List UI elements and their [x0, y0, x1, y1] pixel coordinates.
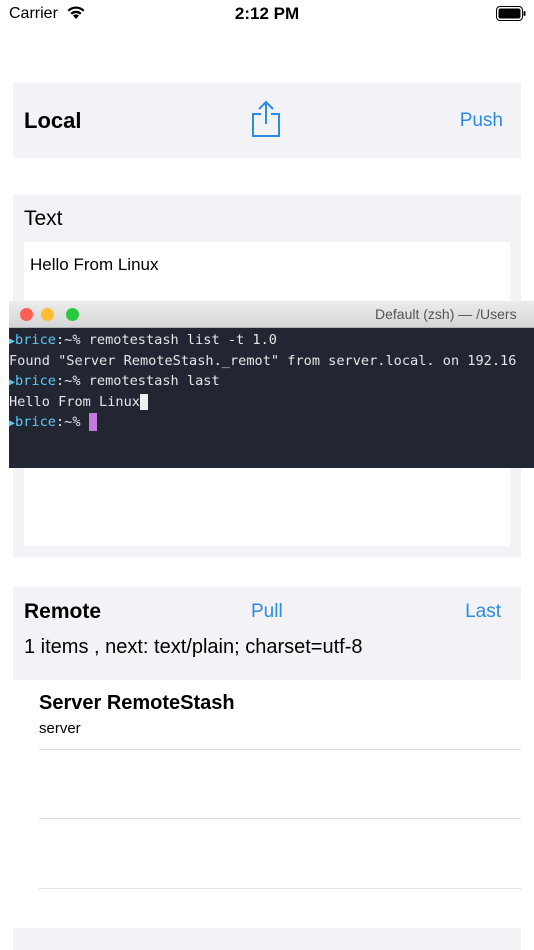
list-item[interactable] [39, 819, 521, 889]
terminal-body: ▶brice:~% remotestash list -t 1.0 Found … [9, 330, 534, 433]
terminal-line: ▶brice:~% remotestash last [9, 371, 534, 392]
text-value: Hello From Linux [30, 255, 159, 274]
local-title: Local [24, 108, 82, 133]
terminal-command: remotestash last [88, 373, 220, 389]
list-item[interactable] [39, 750, 521, 819]
terminal-line: Found "Server RemoteStash._remot" from s… [9, 351, 534, 372]
terminal-cursor[interactable] [88, 413, 97, 431]
maximize-window-icon[interactable] [66, 308, 79, 321]
text-label: Text [24, 207, 63, 230]
terminal-output: Found "Server RemoteStash._remot" from s… [9, 352, 517, 369]
prompt-separator: :~% [55, 332, 89, 348]
minimize-window-icon[interactable] [41, 308, 54, 321]
list-item-subtitle: server [39, 720, 81, 737]
bottom-panel [13, 928, 521, 950]
last-button[interactable]: Last [465, 601, 501, 623]
terminal-line: Hello From Linux [9, 392, 534, 413]
prompt-separator: :~% [55, 414, 89, 430]
remote-panel: Remote Pull Last 1 items , next: text/pl… [13, 587, 521, 680]
share-icon[interactable] [251, 100, 281, 143]
remote-list: Server RemoteStash server [13, 680, 521, 889]
pull-button[interactable]: Pull [251, 601, 283, 623]
push-button[interactable]: Push [460, 110, 503, 132]
prompt-user: brice [15, 373, 56, 389]
terminal-title: Default (zsh) — /Users [375, 306, 517, 322]
prompt-user: brice [15, 414, 56, 430]
battery-icon [496, 6, 526, 26]
terminal-window: Default (zsh) — /Users ▶brice:~% remotes… [9, 301, 534, 468]
terminal-output: Hello From Linux [9, 393, 140, 410]
list-item[interactable]: Server RemoteStash server [39, 680, 521, 750]
status-time: 2:12 PM [234, 4, 300, 23]
remote-status: 1 items , next: text/plain; charset=utf-… [24, 636, 363, 658]
terminal-titlebar: Default (zsh) — /Users [9, 301, 534, 328]
terminal-command: remotestash list -t 1.0 [88, 332, 277, 348]
prompt-user: brice [15, 332, 56, 348]
terminal-line: ▶brice:~% remotestash list -t 1.0 [9, 330, 534, 351]
prompt-separator: :~% [55, 373, 89, 389]
status-bar: Carrier 2:12 PM [0, 0, 534, 30]
terminal-line: ▶brice:~% [9, 412, 534, 433]
close-window-icon[interactable] [20, 308, 33, 321]
remote-title: Remote [24, 600, 102, 623]
list-item-title: Server RemoteStash [39, 692, 235, 714]
local-panel: Local Push [13, 83, 521, 158]
no-newline-marker-icon [139, 393, 148, 410]
